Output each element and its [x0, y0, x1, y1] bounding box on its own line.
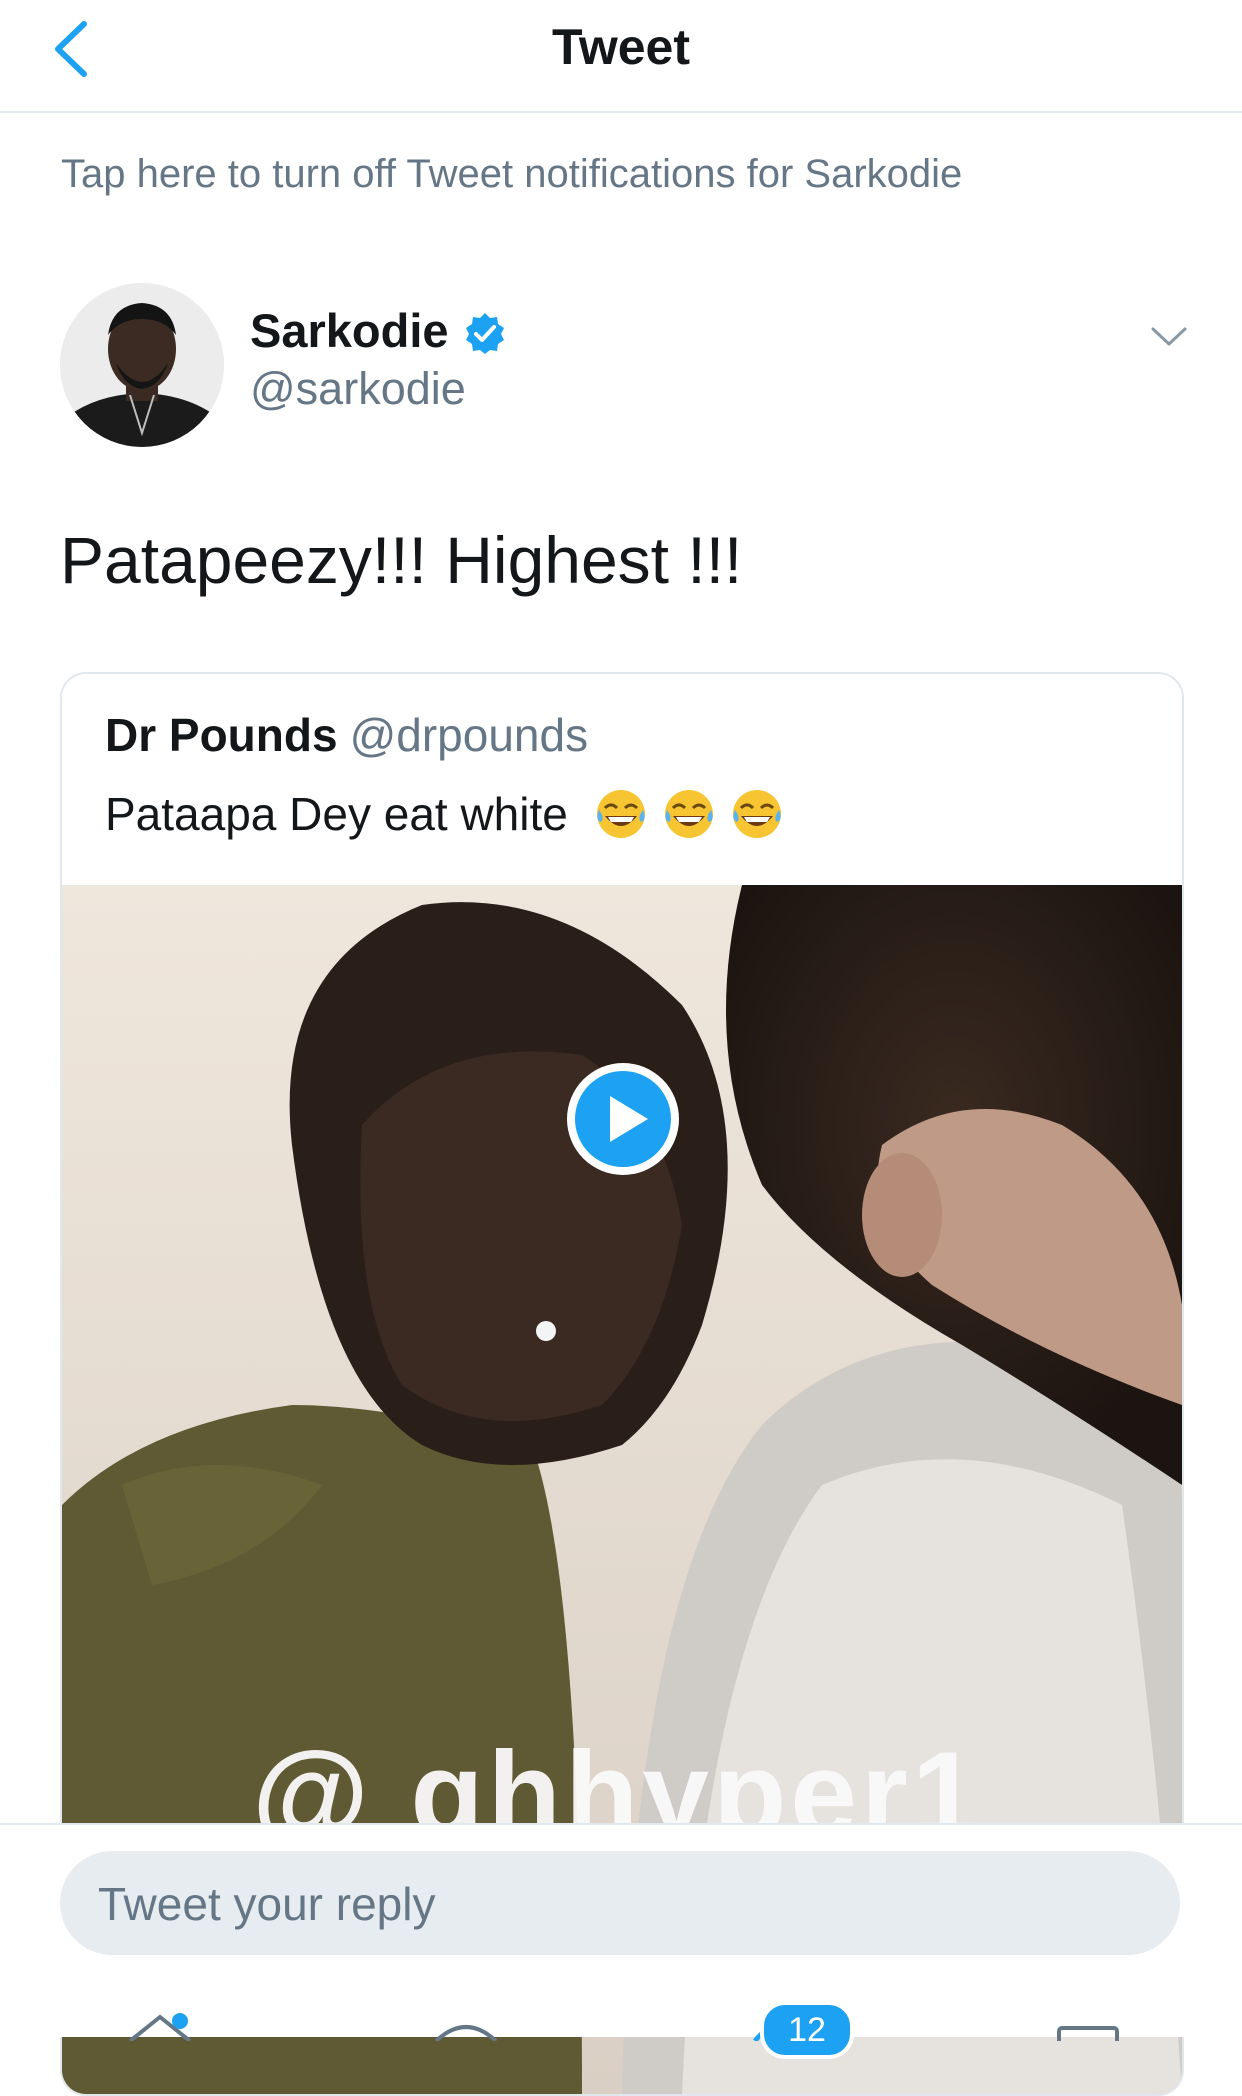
- quoted-tweet-text: Pataapa Dey eat white: [105, 788, 568, 840]
- quoted-tweet-text-row: Pataapa Dey eat white: [105, 786, 785, 842]
- home-icon[interactable]: [126, 2011, 206, 2041]
- chevron-down-icon[interactable]: [1150, 325, 1188, 349]
- author-avatar[interactable]: [60, 283, 224, 447]
- reply-placeholder: Tweet your reply: [98, 1878, 436, 1930]
- tweet-text: Patapeezy!!! Highest !!!: [60, 523, 743, 597]
- author-name[interactable]: Sarkodie: [250, 303, 449, 358]
- top-nav-bar: Tweet: [0, 0, 1242, 113]
- author-handle[interactable]: @sarkodie: [250, 363, 466, 415]
- tears-of-joy-emoji-icon: [664, 790, 713, 838]
- tears-of-joy-emoji-icon: [732, 790, 781, 838]
- tears-of-joy-emoji-icon: [596, 790, 645, 838]
- quoted-author: Dr Pounds @drpounds: [105, 708, 588, 762]
- quoted-author-name: Dr Pounds: [105, 709, 338, 761]
- reply-input[interactable]: Tweet your reply: [60, 1851, 1180, 1955]
- messages-icon[interactable]: [1056, 2025, 1120, 2041]
- verified-badge-icon: [466, 313, 504, 354]
- play-button-icon[interactable]: [564, 1060, 682, 1178]
- notifications-badge: 12: [760, 2001, 854, 2059]
- page-title: Tweet: [552, 19, 690, 75]
- reply-bar: Tweet your reply 12: [0, 1823, 1242, 2059]
- quoted-author-handle: @drpounds: [349, 709, 589, 761]
- search-icon[interactable]: [430, 2021, 502, 2041]
- notification-toggle-link[interactable]: Tap here to turn off Tweet notifications…: [61, 152, 962, 197]
